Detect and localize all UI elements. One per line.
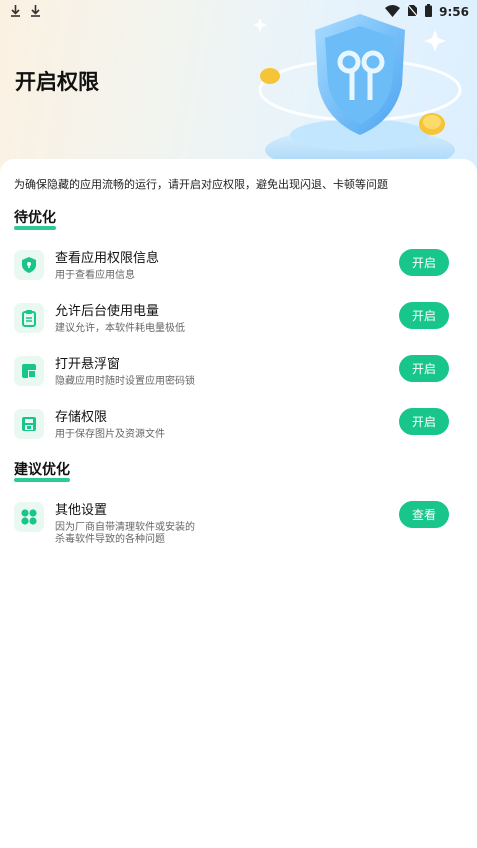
item-title: 存储权限 bbox=[55, 410, 108, 425]
intro-text: 为确保隐藏的应用流畅的运行，请开启对应权限，避免出现闪退、卡顿等问题 bbox=[14, 178, 388, 191]
enable-button[interactable]: 开启 bbox=[399, 355, 449, 382]
item-description: 建议允许，本软件耗电量极低 bbox=[55, 323, 185, 334]
list-item-other-settings: 其他设置 因为厂商自带清理软件或安装的 杀毒软件导致的各种问题 查看 bbox=[0, 499, 477, 545]
list-item-app-permission: 查看应用权限信息 用于查看应用信息 开启 bbox=[0, 247, 477, 291]
shield-icon bbox=[14, 250, 44, 280]
download-icon bbox=[30, 4, 41, 21]
section-title-suggested: 建议优化 bbox=[14, 459, 70, 482]
enable-button[interactable]: 开启 bbox=[399, 408, 449, 435]
enable-button[interactable]: 开启 bbox=[399, 302, 449, 329]
header-banner: 9:56 开启权限 bbox=[0, 0, 477, 180]
list-item-storage: 存储权限 用于保存图片及资源文件 开启 bbox=[0, 406, 477, 450]
section-title-pending: 待优化 bbox=[14, 207, 56, 230]
shield-illustration bbox=[253, 14, 462, 172]
item-title: 打开悬浮窗 bbox=[55, 357, 121, 372]
download-icon bbox=[10, 4, 21, 21]
window-icon bbox=[14, 356, 44, 386]
item-title: 允许后台使用电量 bbox=[55, 304, 160, 319]
item-description: 用于查看应用信息 bbox=[55, 270, 135, 281]
enable-button[interactable]: 开启 bbox=[399, 249, 449, 276]
clover-icon bbox=[14, 502, 44, 532]
view-button[interactable]: 查看 bbox=[399, 501, 449, 528]
save-icon bbox=[14, 409, 44, 439]
list-item-battery: 允许后台使用电量 建议允许，本软件耗电量极低 开启 bbox=[0, 300, 477, 344]
item-title: 其他设置 bbox=[55, 503, 108, 518]
list-item-floating-window: 打开悬浮窗 隐藏应用时随时设置应用密码锁 开启 bbox=[0, 353, 477, 397]
item-description: 隐藏应用时随时设置应用密码锁 bbox=[55, 376, 195, 387]
item-description: 用于保存图片及资源文件 bbox=[55, 429, 165, 440]
clipboard-icon bbox=[14, 303, 44, 333]
item-description-line2: 杀毒软件导致的各种问题 bbox=[55, 534, 165, 545]
item-title: 查看应用权限信息 bbox=[55, 251, 160, 266]
page-title: 开启权限 bbox=[15, 70, 99, 94]
